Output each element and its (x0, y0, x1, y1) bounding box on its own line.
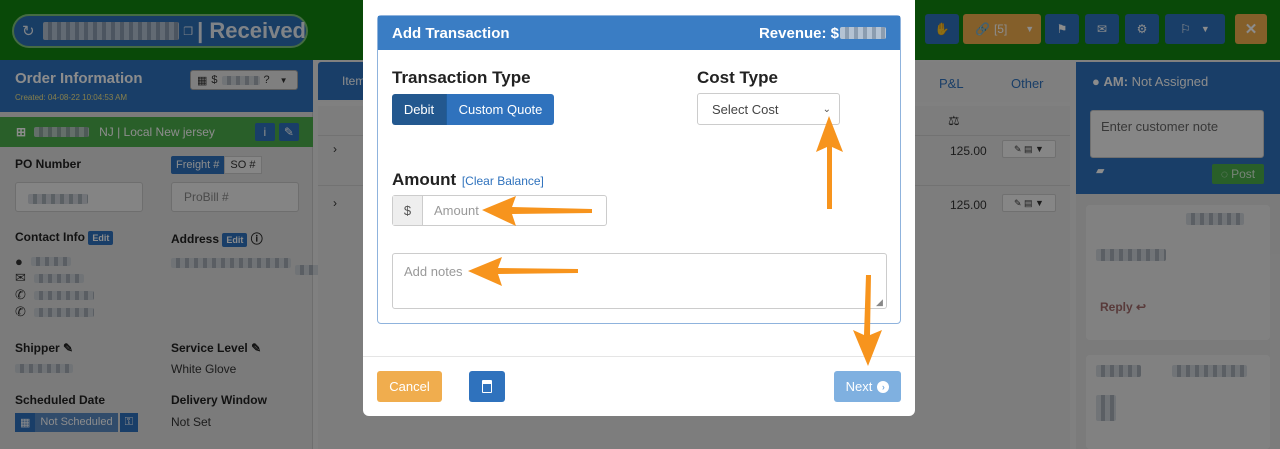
resize-handle-icon[interactable]: ◢ (876, 297, 883, 308)
cost-type-select[interactable]: Select Cost ⌄ (697, 93, 840, 125)
amount-input[interactable]: Amount (423, 196, 606, 225)
clear-balance-link[interactable]: [Clear Balance] (462, 174, 544, 188)
transaction-type-label: Transaction Type (392, 68, 531, 87)
revenue-display: Revenue: $ (759, 25, 886, 42)
chevron-right-circle-icon: › (877, 380, 890, 393)
calculator-icon (482, 380, 492, 393)
cost-type-label: Cost Type (697, 68, 778, 87)
modal-title: Add Transaction (392, 24, 510, 42)
amount-input-group: $ Amount (392, 195, 607, 226)
transaction-type-toggle: Debit Custom Quote (392, 94, 554, 125)
calculator-button[interactable] (469, 371, 505, 402)
next-button[interactable]: Next › (834, 371, 901, 402)
amount-label: Amount (392, 170, 457, 189)
debit-button[interactable]: Debit (392, 94, 446, 125)
cancel-button[interactable]: Cancel (377, 371, 442, 402)
custom-quote-button[interactable]: Custom Quote (446, 94, 554, 125)
modal-header: Add Transaction Revenue: $ (378, 16, 900, 50)
notes-textarea[interactable]: Add notes (392, 253, 887, 309)
amount-label-row: Amount [Clear Balance] (392, 170, 544, 190)
chevron-down-icon: ⌄ (822, 103, 831, 115)
currency-addon: $ (393, 196, 423, 225)
modal-footer-divider (363, 356, 915, 357)
